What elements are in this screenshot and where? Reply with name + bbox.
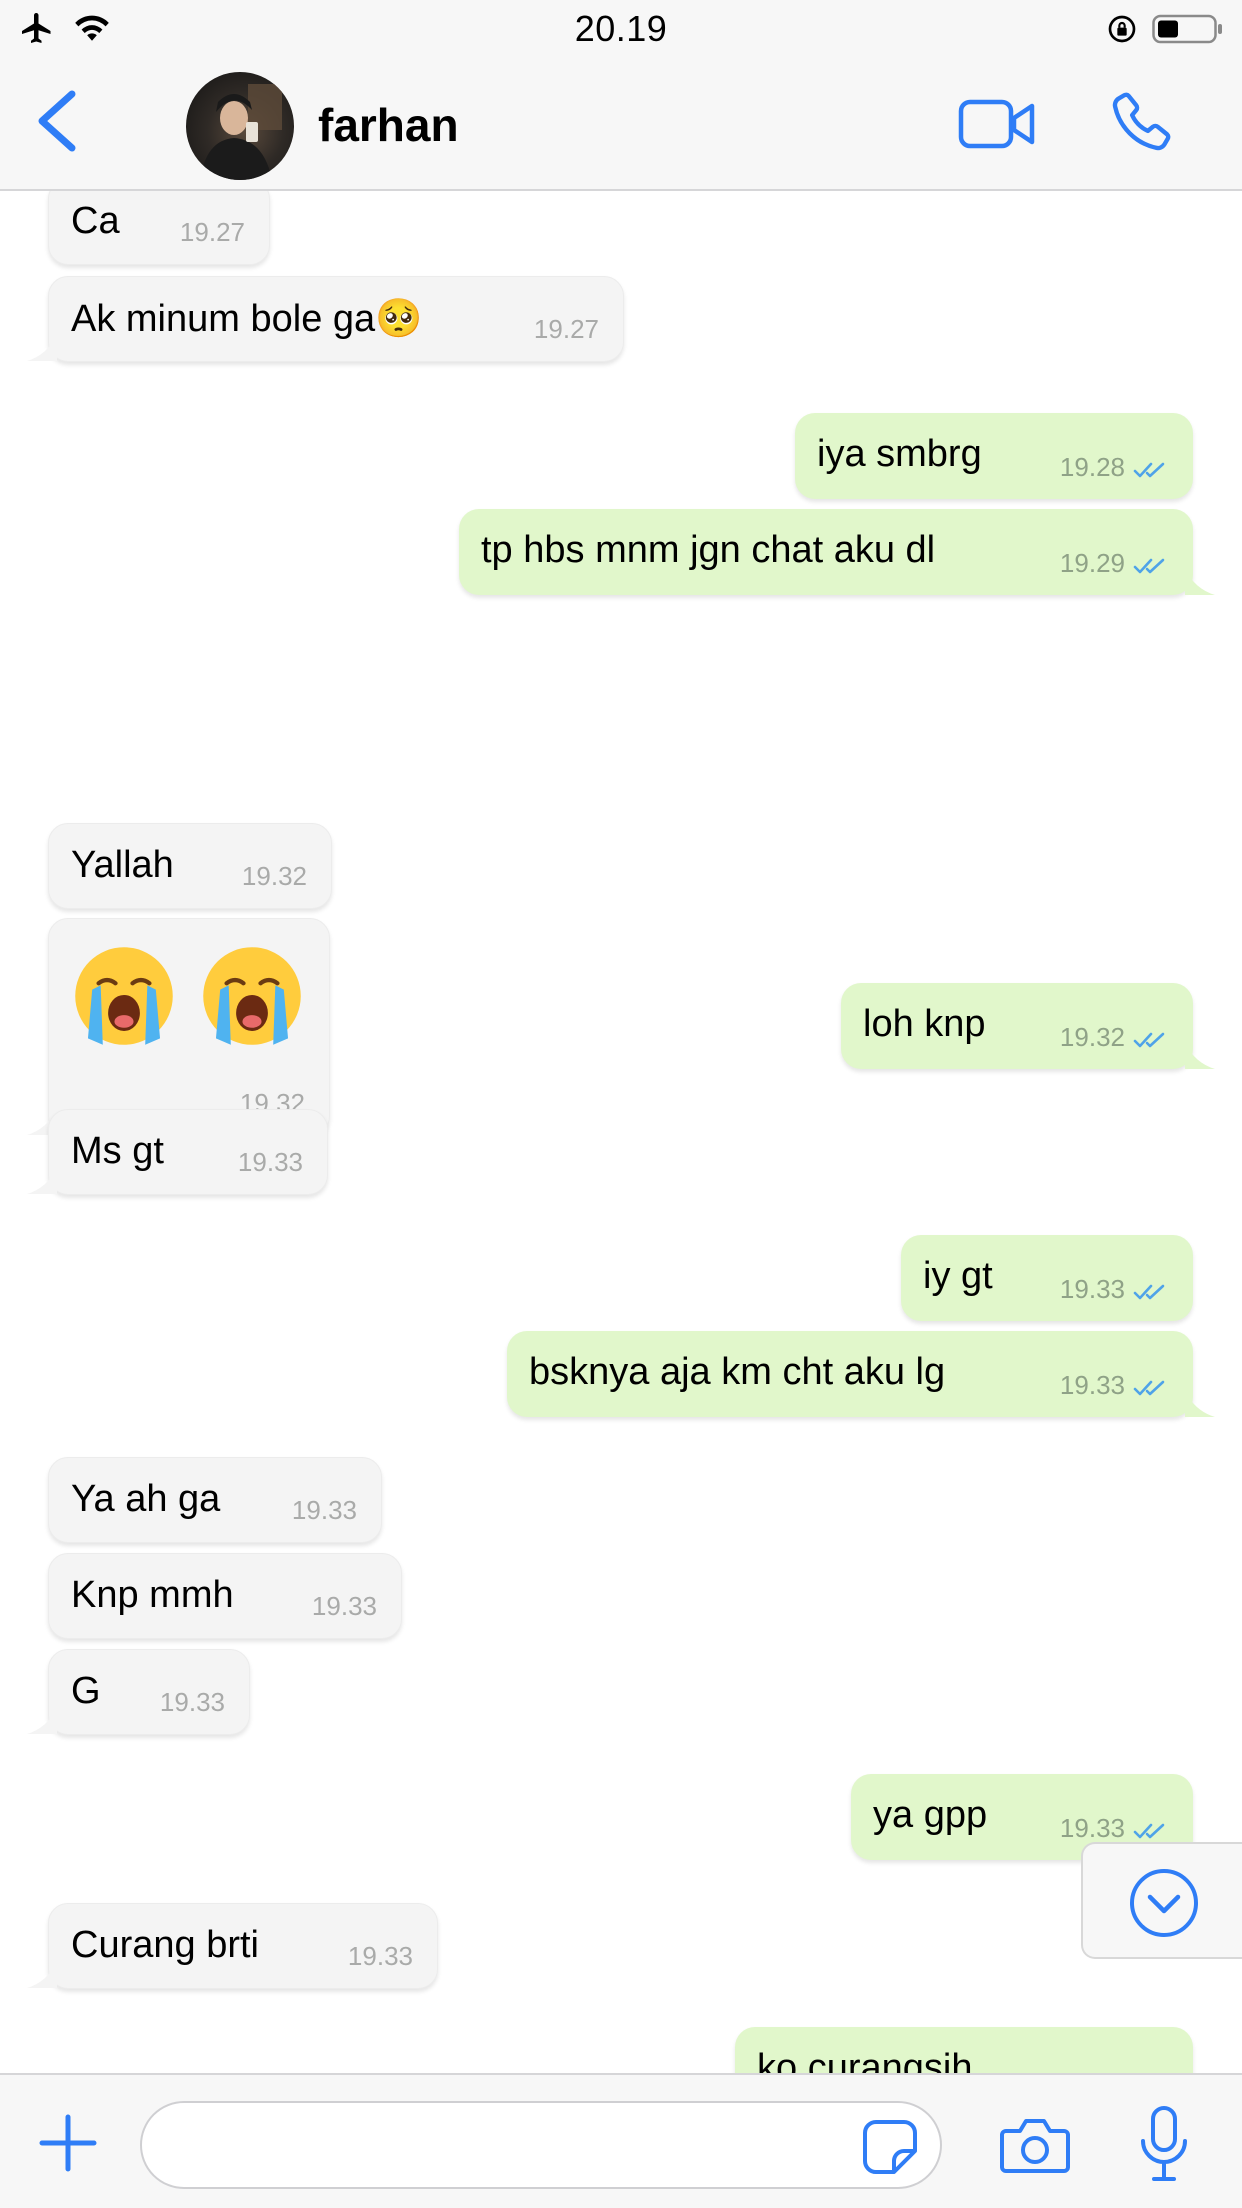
message-outgoing[interactable]: bsknya aja km cht aku lg 19.33 xyxy=(507,1331,1215,1417)
status-time: 20.19 xyxy=(574,8,668,49)
loudly-crying-face-icon xyxy=(75,947,173,1045)
avatar-photo xyxy=(200,84,282,180)
message-text: Curang brti xyxy=(71,1924,259,1966)
bubble-tail xyxy=(1185,1043,1215,1069)
camera-icon xyxy=(1000,2119,1070,2173)
message-outgoing[interactable]: ko curangsih xyxy=(735,2027,1193,2073)
message-incoming[interactable]: Ms gt 19.33 xyxy=(27,1109,328,1195)
voice-message-button[interactable] xyxy=(1138,2105,1190,2185)
message-incoming[interactable]: Ak minum bole ga🥺 19.27 xyxy=(27,276,624,362)
message-text: bsknya aja km cht aku lg xyxy=(529,1351,946,1393)
message-incoming[interactable]: Knp mmh 19.33 xyxy=(48,1553,402,1639)
message-text: loh knp xyxy=(863,1003,986,1045)
sticker-icon xyxy=(863,2120,917,2174)
message-text: Yallah xyxy=(71,844,174,886)
chat-header: farhan xyxy=(0,58,1242,191)
read-ticks-icon xyxy=(1133,462,1165,478)
message-text: Ak minum bole ga🥺 xyxy=(71,298,423,340)
camera-button[interactable] xyxy=(1000,2115,1070,2175)
message-time: 19.32 xyxy=(241,861,307,891)
message-time: 19.29 xyxy=(1059,548,1125,578)
message-time: 19.27 xyxy=(179,217,245,247)
message-time: 19.33 xyxy=(1059,1813,1125,1843)
bubble-tail xyxy=(1185,1391,1215,1417)
message-time: 19.33 xyxy=(237,1147,303,1177)
chevron-down-circle-icon xyxy=(1130,1869,1198,1937)
bubble-tail xyxy=(27,335,57,361)
loudly-crying-face-icon xyxy=(203,947,301,1045)
message-time: 19.33 xyxy=(159,1687,225,1717)
status-bar: 20.19 xyxy=(0,0,1242,58)
battery-icon xyxy=(1152,12,1224,51)
sticker-button[interactable] xyxy=(862,2119,918,2175)
avatar[interactable] xyxy=(186,72,294,180)
input-bar xyxy=(0,2073,1242,2208)
bubble-tail xyxy=(1185,569,1215,595)
bubble-tail xyxy=(27,1962,57,1988)
back-button[interactable] xyxy=(28,86,88,156)
message-time: 19.28 xyxy=(1059,452,1125,482)
message-outgoing[interactable]: loh knp 19.32 xyxy=(841,983,1215,1069)
chevron-left-icon xyxy=(38,90,76,152)
orientation-lock-icon xyxy=(1106,13,1138,50)
message-incoming[interactable]: G 19.33 xyxy=(27,1649,250,1735)
message-text: Ya ah ga xyxy=(71,1478,221,1520)
message-incoming[interactable]: Ca 19.27 xyxy=(48,191,270,265)
scroll-to-bottom-button[interactable] xyxy=(1081,1842,1242,1959)
message-incoming-emoji[interactable]: 19.32 xyxy=(27,918,330,1136)
microphone-icon xyxy=(1141,2106,1187,2181)
message-time: 19.33 xyxy=(1059,1274,1125,1304)
read-ticks-icon xyxy=(1133,1284,1165,1300)
message-outgoing[interactable]: iya smbrg 19.28 xyxy=(795,413,1193,499)
phone-icon xyxy=(1112,92,1171,151)
video-camera-icon xyxy=(958,99,1035,149)
emoji-group xyxy=(71,943,305,1049)
message-text: Ca xyxy=(71,200,120,242)
message-text: Ms gt xyxy=(71,1130,164,1172)
add-attachment-button[interactable] xyxy=(38,2113,98,2173)
message-time: 19.33 xyxy=(291,1495,357,1525)
bubble-tail xyxy=(27,1168,57,1194)
message-text: tp hbs mnm jgn chat aku dl xyxy=(481,529,936,571)
message-incoming[interactable]: Curang brti 19.33 xyxy=(27,1903,438,1989)
plus-icon xyxy=(39,2114,97,2172)
video-call-button[interactable] xyxy=(958,98,1036,150)
message-text: iy gt xyxy=(923,1255,993,1297)
read-ticks-icon xyxy=(1133,1380,1165,1396)
read-ticks-icon xyxy=(1133,1032,1165,1048)
message-input[interactable] xyxy=(140,2101,942,2189)
message-text: Knp mmh xyxy=(71,1574,234,1616)
voice-call-button[interactable] xyxy=(1105,88,1175,158)
message-text: ya gpp xyxy=(873,1794,988,1836)
contact-name[interactable]: farhan xyxy=(318,98,459,152)
message-time: 19.27 xyxy=(533,314,599,344)
message-outgoing[interactable]: iy gt 19.33 xyxy=(901,1235,1193,1321)
read-ticks-icon xyxy=(1133,1823,1165,1839)
message-time: 19.32 xyxy=(1059,1022,1125,1052)
message-outgoing[interactable]: tp hbs mnm jgn chat aku dl 19.29 xyxy=(459,509,1215,595)
message-incoming[interactable]: Ya ah ga 19.33 xyxy=(48,1457,382,1543)
chat-messages[interactable]: Ca 19.27 Ak minum bole ga🥺 19.27 iya smb… xyxy=(0,191,1242,2073)
status-right xyxy=(1106,12,1224,51)
message-time: 19.33 xyxy=(311,1591,377,1621)
read-ticks-icon xyxy=(1133,558,1165,574)
bubble-tail xyxy=(27,1708,57,1734)
message-time: 19.33 xyxy=(1059,1370,1125,1400)
message-text: G xyxy=(71,1670,101,1712)
message-text: ko curangsih xyxy=(757,2047,973,2073)
message-time: 19.33 xyxy=(347,1941,413,1971)
message-incoming[interactable]: Yallah 19.32 xyxy=(48,823,332,909)
message-text: iya smbrg xyxy=(817,433,982,475)
